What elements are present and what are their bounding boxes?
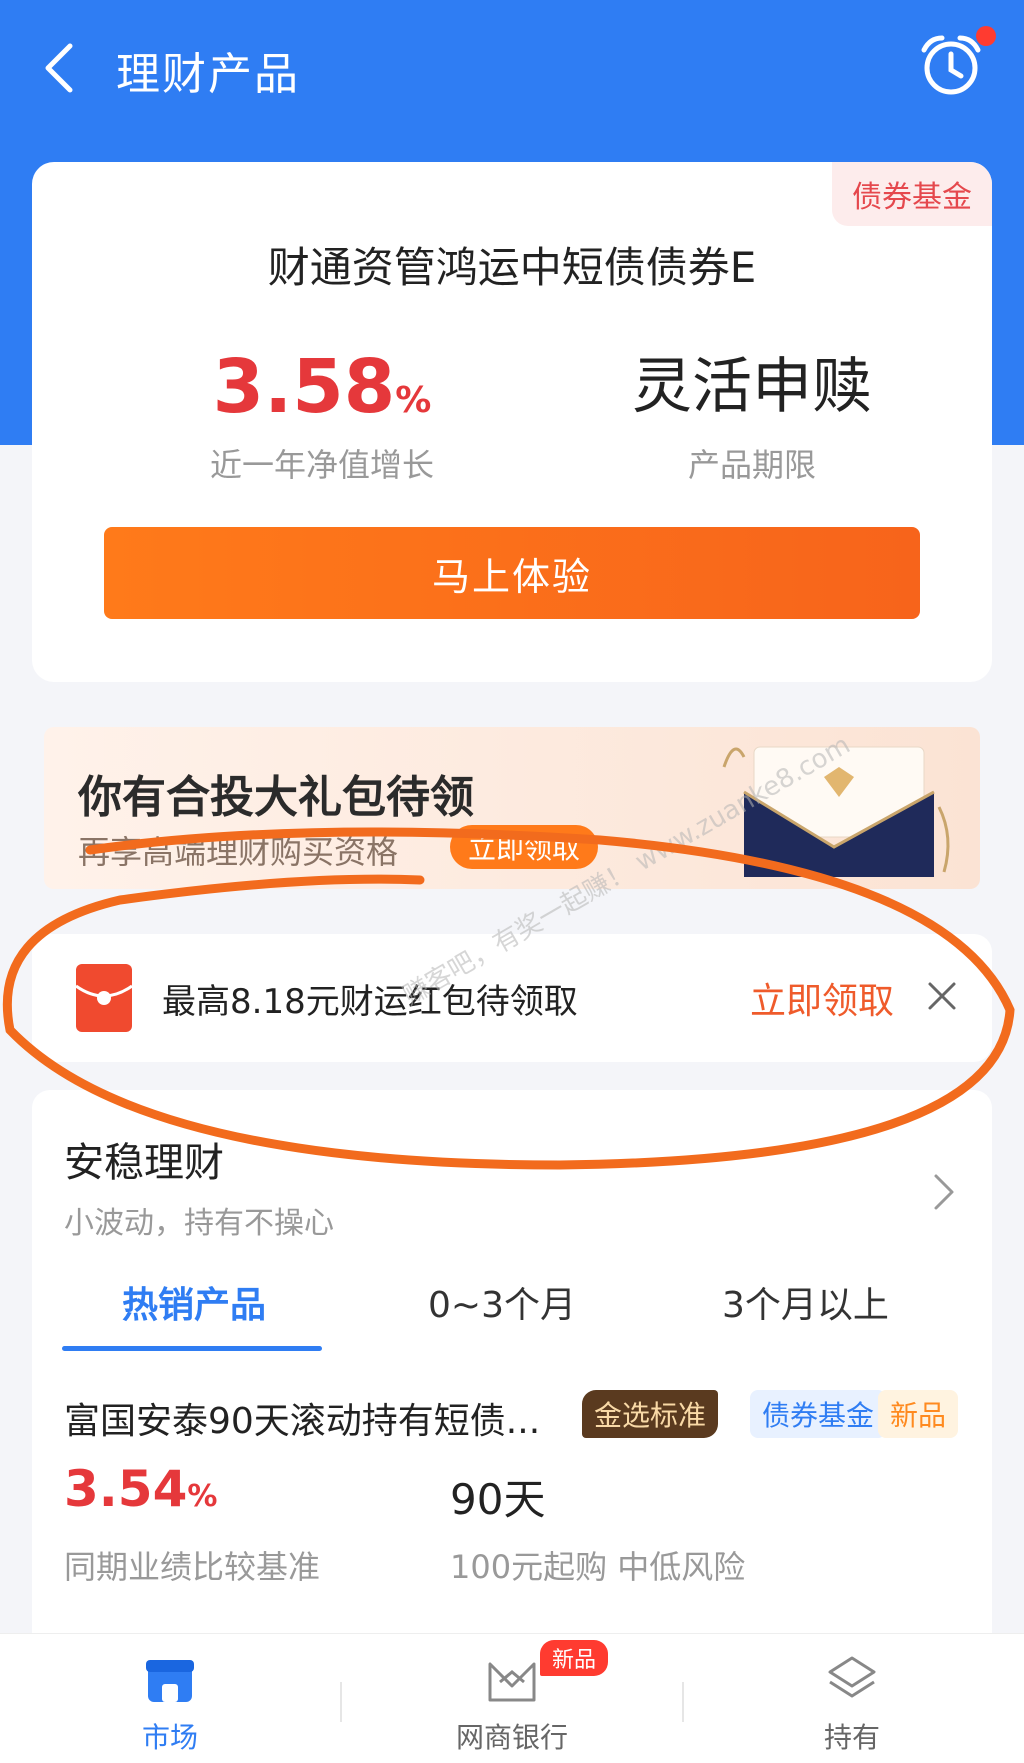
tabbar-label-mybank: 网商银行: [455, 1721, 568, 1754]
fund-rate-unit: %: [187, 1479, 218, 1514]
term-label: 产品期限: [687, 446, 816, 484]
bank-icon: [488, 1662, 536, 1702]
try-now-button[interactable]: 马上体验: [104, 527, 920, 619]
tabbar-market[interactable]: 市场: [70, 1652, 270, 1756]
new-badge: 新品: [540, 1640, 609, 1676]
claim-now-link[interactable]: 立即领取: [750, 972, 894, 1024]
fund-rate: 3.54%: [64, 1460, 217, 1518]
active-tab-indicator: [62, 1346, 322, 1351]
chevron-right-icon[interactable]: [928, 1170, 960, 1214]
alarm-clock-icon[interactable]: [916, 30, 986, 100]
rate-unit: %: [395, 380, 432, 421]
tab-hot-products[interactable]: 热销产品: [122, 1276, 266, 1328]
tab-0-3-months[interactable]: 0~3个月: [428, 1276, 576, 1328]
bond-fund-badge: 债券基金: [750, 1390, 887, 1438]
rate-label: 近一年净值增长: [209, 446, 434, 484]
notice-text: 最高8.18元财运红包待领取: [162, 982, 578, 1022]
banner-title: 你有合投大礼包待领: [78, 772, 474, 823]
rate-stat: 3.58% 近一年净值增长: [122, 342, 522, 486]
layers-icon: [828, 1656, 876, 1698]
product-category-tag: 债券基金: [832, 162, 992, 226]
banner-claim-pill[interactable]: 立即领取: [450, 825, 599, 869]
fund-rate-label: 同期业绩比较基准: [64, 1548, 321, 1586]
bottom-tab-bar: 市场 网商银行 持有: [0, 1633, 1024, 1763]
tabbar-holdings[interactable]: 持有: [752, 1652, 952, 1756]
rate-value: 3.58: [212, 344, 396, 430]
product-tabs: 热销产品 0~3个月 3个月以上: [32, 1276, 992, 1356]
fund-name[interactable]: 富国安泰90天滚动持有短债...: [64, 1392, 540, 1444]
close-icon[interactable]: [920, 974, 964, 1018]
tabbar-divider: [682, 1682, 684, 1722]
top-bar: 理财产品: [0, 0, 1024, 135]
product-card[interactable]: 债券基金 财通资管鸿运中短债债券E 3.58% 近一年净值增长 灵活申赎 产品期…: [32, 162, 992, 682]
gift-package-banner[interactable]: 你有合投大礼包待领 再享高端理财购买资格 立即领取: [44, 727, 980, 889]
banner-subtitle: 再享高端理财购买资格: [78, 833, 399, 871]
fund-rate-value: 3.54: [64, 1460, 188, 1518]
red-packet-icon: [76, 964, 132, 1032]
tab-3-months-plus[interactable]: 3个月以上: [722, 1276, 889, 1328]
new-product-badge: 新品: [878, 1390, 959, 1438]
stable-wealth-section: 安稳理财 小波动，持有不操心 热销产品 0~3个月 3个月以上 富国安泰90天滚…: [32, 1090, 992, 1650]
term-value: 灵活申赎: [632, 352, 872, 422]
term-stat: 灵活申赎 产品期限: [552, 342, 952, 486]
rate-value-row: 3.58%: [122, 342, 522, 432]
notification-dot: [976, 26, 996, 46]
tabbar-label-market: 市场: [141, 1721, 198, 1754]
product-name: 财通资管鸿运中短债债券E: [267, 243, 757, 292]
gift-envelope-icon: [722, 746, 950, 877]
page-title: 理财产品: [116, 49, 300, 100]
gold-standard-badge: 金选标准: [582, 1390, 719, 1438]
shop-icon: [146, 1660, 194, 1702]
fund-term: 90天: [450, 1475, 546, 1524]
fund-term-label: 100元起购 中低风险: [450, 1548, 746, 1586]
back-arrow-icon[interactable]: [40, 40, 80, 96]
tabbar-label-holdings: 持有: [823, 1721, 880, 1754]
section-title: 安稳理财: [64, 1140, 224, 1186]
section-subtitle: 小波动，持有不操心: [64, 1206, 334, 1241]
tabbar-divider: [340, 1682, 342, 1722]
red-packet-notice[interactable]: 最高8.18元财运红包待领取 立即领取: [32, 934, 992, 1062]
